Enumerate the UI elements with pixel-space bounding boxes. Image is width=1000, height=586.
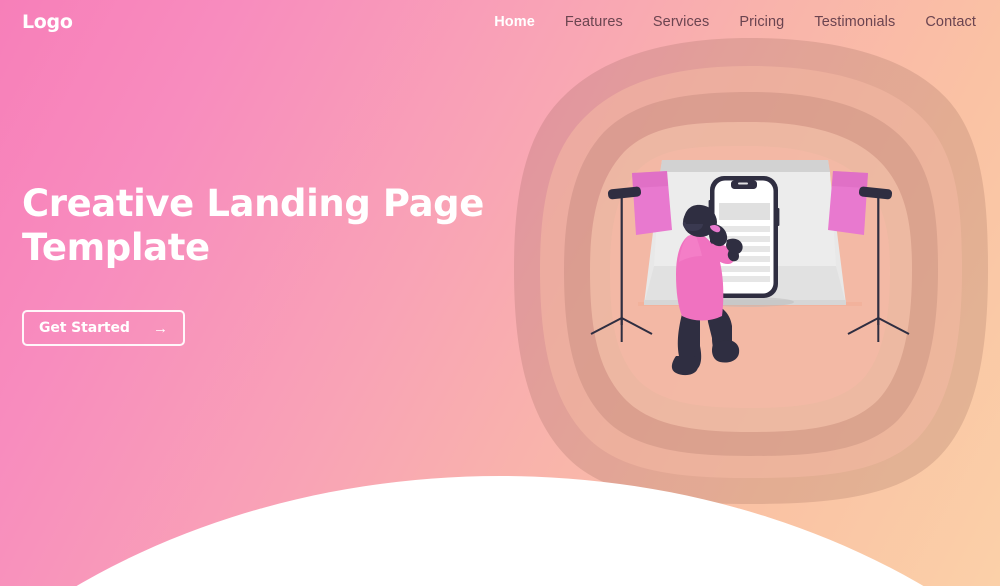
nav-item-pricing[interactable]: Pricing xyxy=(739,14,784,30)
main-navigation: Home Features Services Pricing Testimoni… xyxy=(494,14,976,30)
hero-title-line-2: Template xyxy=(22,226,210,270)
nav-item-testimonials[interactable]: Testimonials xyxy=(814,14,895,30)
photographer-studio-illustration xyxy=(510,30,990,510)
nav-item-home[interactable]: Home xyxy=(494,14,535,30)
hero-content: Creative Landing Page Template Get Start… xyxy=(22,182,492,347)
nav-item-services[interactable]: Services xyxy=(653,14,709,30)
arrow-right-icon: → xyxy=(153,319,168,337)
get-started-button[interactable]: Get Started → xyxy=(22,310,185,347)
hero-title: Creative Landing Page Template xyxy=(22,182,492,270)
logo[interactable]: Logo xyxy=(22,11,73,33)
get-started-label: Get Started xyxy=(39,320,130,337)
hero-title-line-1: Creative Landing Page xyxy=(22,182,484,225)
landing-page: Logo Home Features Services Pricing Test… xyxy=(0,0,1000,586)
nav-item-features[interactable]: Features xyxy=(565,14,623,30)
nav-item-contact[interactable]: Contact xyxy=(925,14,976,30)
site-header: Logo Home Features Services Pricing Test… xyxy=(0,0,1000,44)
